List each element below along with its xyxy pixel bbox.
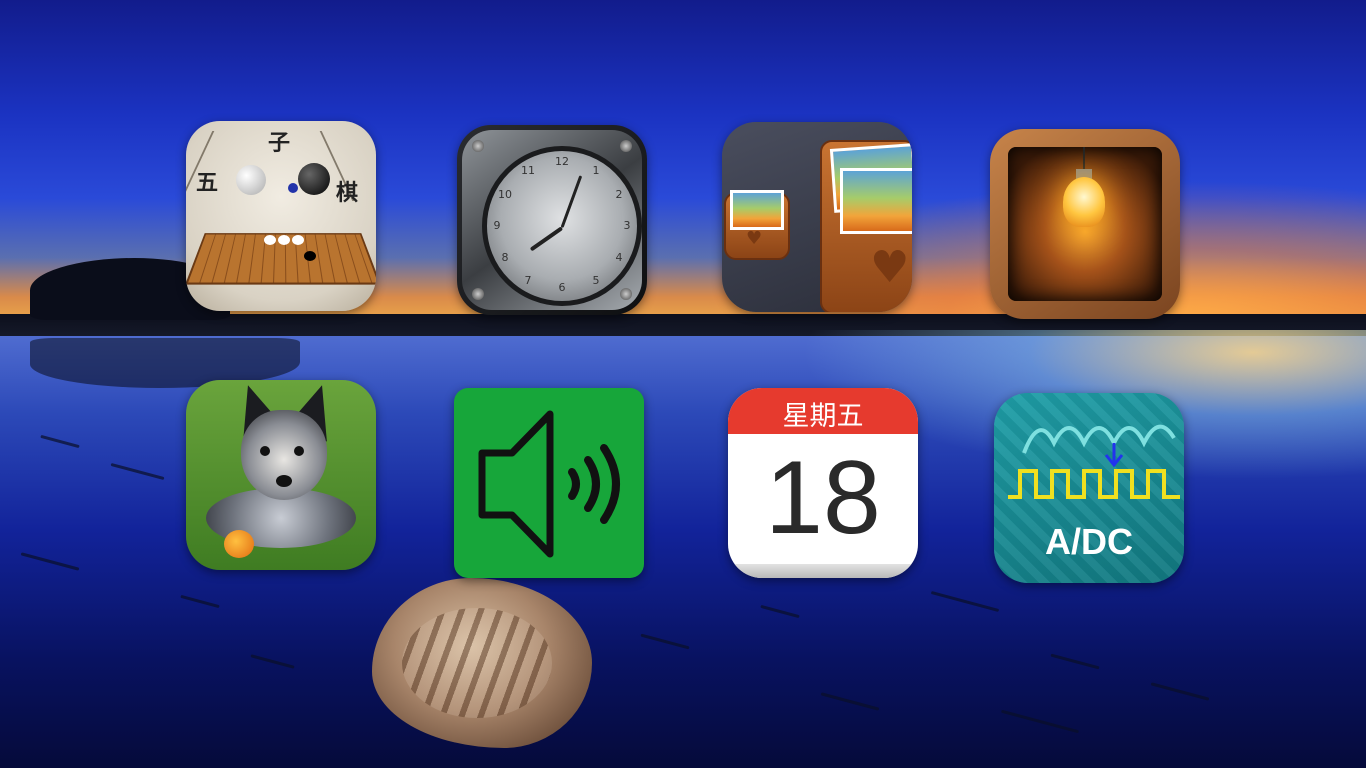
clock-number: 11: [521, 164, 535, 177]
clock-number: 10: [498, 188, 512, 201]
toy-ball: [224, 530, 254, 558]
clock-number: 4: [615, 251, 623, 264]
screw: [620, 140, 632, 152]
screw: [620, 288, 632, 300]
clock-number: 3: [623, 219, 631, 232]
wire: [1083, 147, 1085, 171]
clock-number: 6: [558, 281, 566, 294]
black-stone: [304, 251, 316, 261]
gomoku-icon[interactable]: 子 五 棋: [186, 121, 376, 311]
speaker-icon[interactable]: [454, 388, 644, 578]
clock-frame: 12 1 2 3 4 5 6 7 8 9 10 11: [462, 130, 642, 310]
adc-icon[interactable]: A/DC: [994, 393, 1184, 583]
clock-number: 2: [615, 188, 623, 201]
bulb: [1063, 177, 1105, 227]
white-stone: [292, 235, 304, 245]
clock-number: 7: [524, 274, 532, 287]
dog-eye: [260, 446, 270, 456]
clock-icon[interactable]: 12 1 2 3 4 5 6 7 8 9 10 11: [457, 125, 647, 315]
gomoku-char: 棋: [336, 180, 359, 206]
gomoku-char: 子: [268, 130, 291, 156]
calendar-icon[interactable]: 星期五 18: [728, 388, 918, 578]
white-stone: [278, 235, 290, 245]
photo: [840, 168, 912, 234]
dog-eye: [294, 446, 304, 456]
heart-icon: ♥: [870, 242, 910, 293]
white-stone: [236, 165, 266, 195]
photo: [730, 190, 784, 230]
calendar-date: 18: [765, 440, 881, 556]
screw: [472, 140, 484, 152]
photo-box-icon[interactable]: ♥ ♥: [722, 122, 912, 312]
dog-photo-icon[interactable]: [186, 380, 376, 570]
clock-number: 1: [592, 164, 600, 177]
calendar-pages: [728, 564, 918, 578]
clock-face: 12 1 2 3 4 5 6 7 8 9 10 11: [482, 146, 642, 306]
heart-icon: ♥: [746, 228, 763, 249]
blue-dot: [288, 183, 298, 193]
adc-label: A/DC: [1045, 521, 1133, 562]
dog-nose: [276, 475, 292, 487]
light-bulb-icon[interactable]: [990, 129, 1180, 319]
gomoku-char: 五: [196, 170, 219, 196]
clock-number: 12: [555, 155, 569, 168]
screw: [472, 288, 484, 300]
hour-hand: [529, 226, 564, 252]
minute-hand: [560, 175, 583, 229]
speaker-glyph: [478, 410, 620, 558]
clock-number: 9: [493, 219, 501, 232]
white-stone: [264, 235, 276, 245]
clock-number: 5: [592, 274, 600, 287]
clock-number: 8: [501, 251, 509, 264]
calendar-weekday: 星期五: [782, 401, 864, 432]
tree-trunk: [95, 300, 105, 320]
black-stone: [298, 163, 330, 195]
